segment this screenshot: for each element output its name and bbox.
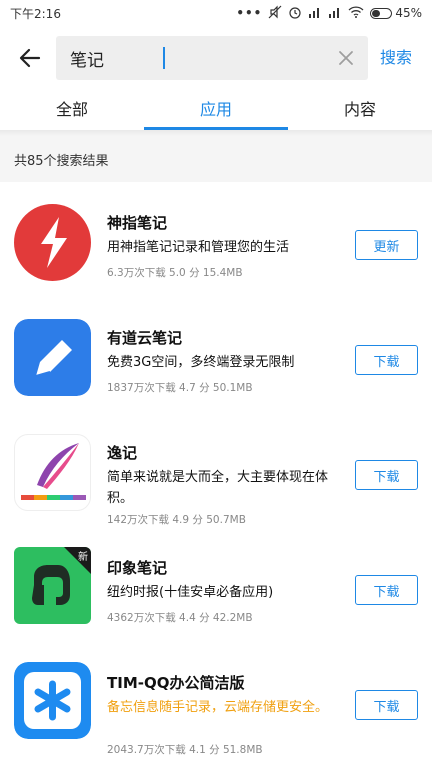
search-header: 搜索 — [0, 36, 432, 80]
app-meta: 2043.7万次下载 4.1 分 51.8MB — [107, 744, 263, 756]
more-notifications-icon: ••• — [236, 6, 263, 20]
tab-all[interactable]: 全部 — [0, 86, 144, 130]
app-description: 免费3G空间，多终端登录无限制 — [107, 355, 295, 370]
status-time: 下午2:16 — [10, 6, 61, 21]
app-meta: 4362万次下载 4.4 分 42.2MB — [107, 612, 253, 624]
list-item-app[interactable]: 神指笔记 用神指笔记记录和管理您的生活 6.3万次下载 5.0 分 15.4MB… — [0, 182, 432, 297]
results-count: 共85个搜索结果 — [14, 154, 109, 169]
app-name: 逸记 — [107, 444, 138, 462]
results-summary: 共85个搜索结果 — [0, 136, 432, 182]
app-description: 用神指笔记记录和管理您的生活 — [107, 240, 290, 255]
back-button[interactable] — [12, 40, 48, 76]
app-meta: 142万次下载 4.9 分 50.7MB — [107, 514, 246, 526]
elephant-icon: 新 — [14, 547, 91, 624]
battery-icon — [370, 7, 393, 19]
download-button[interactable]: 下载 — [355, 575, 418, 605]
list-item-app[interactable]: TIM-QQ办公简洁版 备忘信息随手记录，云端存储更安全。 2043.7万次下载… — [0, 642, 432, 757]
app-name: 印象笔记 — [107, 559, 168, 577]
wifi-icon — [348, 5, 364, 21]
app-name: TIM-QQ办公简洁版 — [107, 674, 245, 692]
battery-percent: 45% — [395, 6, 422, 20]
status-bar: 下午2:16 ••• 45% — [0, 0, 432, 26]
app-description: 简单来说就是大而全，大主要体现在体积。 — [107, 470, 329, 506]
signal-icon — [308, 6, 322, 21]
download-button[interactable]: 下载 — [355, 690, 418, 720]
app-name: 有道云笔记 — [107, 329, 183, 347]
app-meta: 1837万次下载 4.7 分 50.1MB — [107, 382, 253, 394]
search-input[interactable] — [70, 36, 320, 80]
update-button[interactable]: 更新 — [355, 230, 418, 260]
app-description: 纽约时报(十佳安卓必备应用) — [107, 585, 274, 600]
alarm-icon — [288, 5, 302, 22]
asterisk-icon — [14, 662, 91, 739]
app-list: 神指笔记 用神指笔记记录和管理您的生活 6.3万次下载 5.0 分 15.4MB… — [0, 182, 432, 757]
app-meta: 6.3万次下载 5.0 分 15.4MB — [107, 267, 243, 279]
download-button[interactable]: 下载 — [355, 460, 418, 490]
search-box[interactable] — [56, 36, 368, 80]
new-badge: 新 — [78, 552, 88, 563]
tab-bar: 全部 应用 内容 — [0, 86, 432, 130]
tab-apps[interactable]: 应用 — [144, 86, 288, 130]
app-name: 神指笔记 — [107, 214, 168, 232]
close-icon — [339, 51, 353, 65]
text-cursor — [163, 47, 165, 69]
lightning-icon — [14, 204, 91, 281]
download-button[interactable]: 下载 — [355, 345, 418, 375]
battery-indicator: 45% — [370, 6, 422, 20]
clear-button[interactable] — [334, 46, 358, 70]
pen-icon — [14, 319, 91, 396]
list-item-app[interactable]: 逸记 简单来说就是大而全，大主要体现在体积。 142万次下载 4.9 分 50.… — [0, 412, 432, 527]
list-item-app[interactable]: 有道云笔记 免费3G空间，多终端登录无限制 1837万次下载 4.7 分 50.… — [0, 297, 432, 412]
list-item-app[interactable]: 新 印象笔记 纽约时报(十佳安卓必备应用) 4362万次下载 4.4 分 42.… — [0, 527, 432, 642]
feather-icon — [14, 434, 91, 511]
search-button[interactable]: 搜索 — [380, 36, 412, 80]
arrow-left-icon — [19, 48, 41, 68]
mute-icon — [268, 5, 282, 22]
status-icons: ••• 45% — [236, 5, 422, 22]
tab-content[interactable]: 内容 — [288, 86, 432, 130]
signal-2-icon — [328, 6, 342, 21]
app-description: 备忘信息随手记录，云端存储更安全。 — [107, 700, 329, 715]
